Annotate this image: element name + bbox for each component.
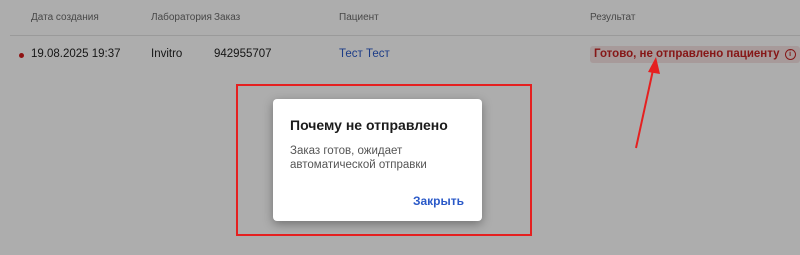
dialog-message: Заказ готов, ожидает автоматической отпр…	[290, 145, 427, 171]
dialog-title: Почему не отправлено	[290, 117, 448, 133]
close-button[interactable]: Закрыть	[413, 194, 464, 208]
why-not-sent-dialog: Почему не отправлено Заказ готов, ожидае…	[273, 99, 482, 221]
